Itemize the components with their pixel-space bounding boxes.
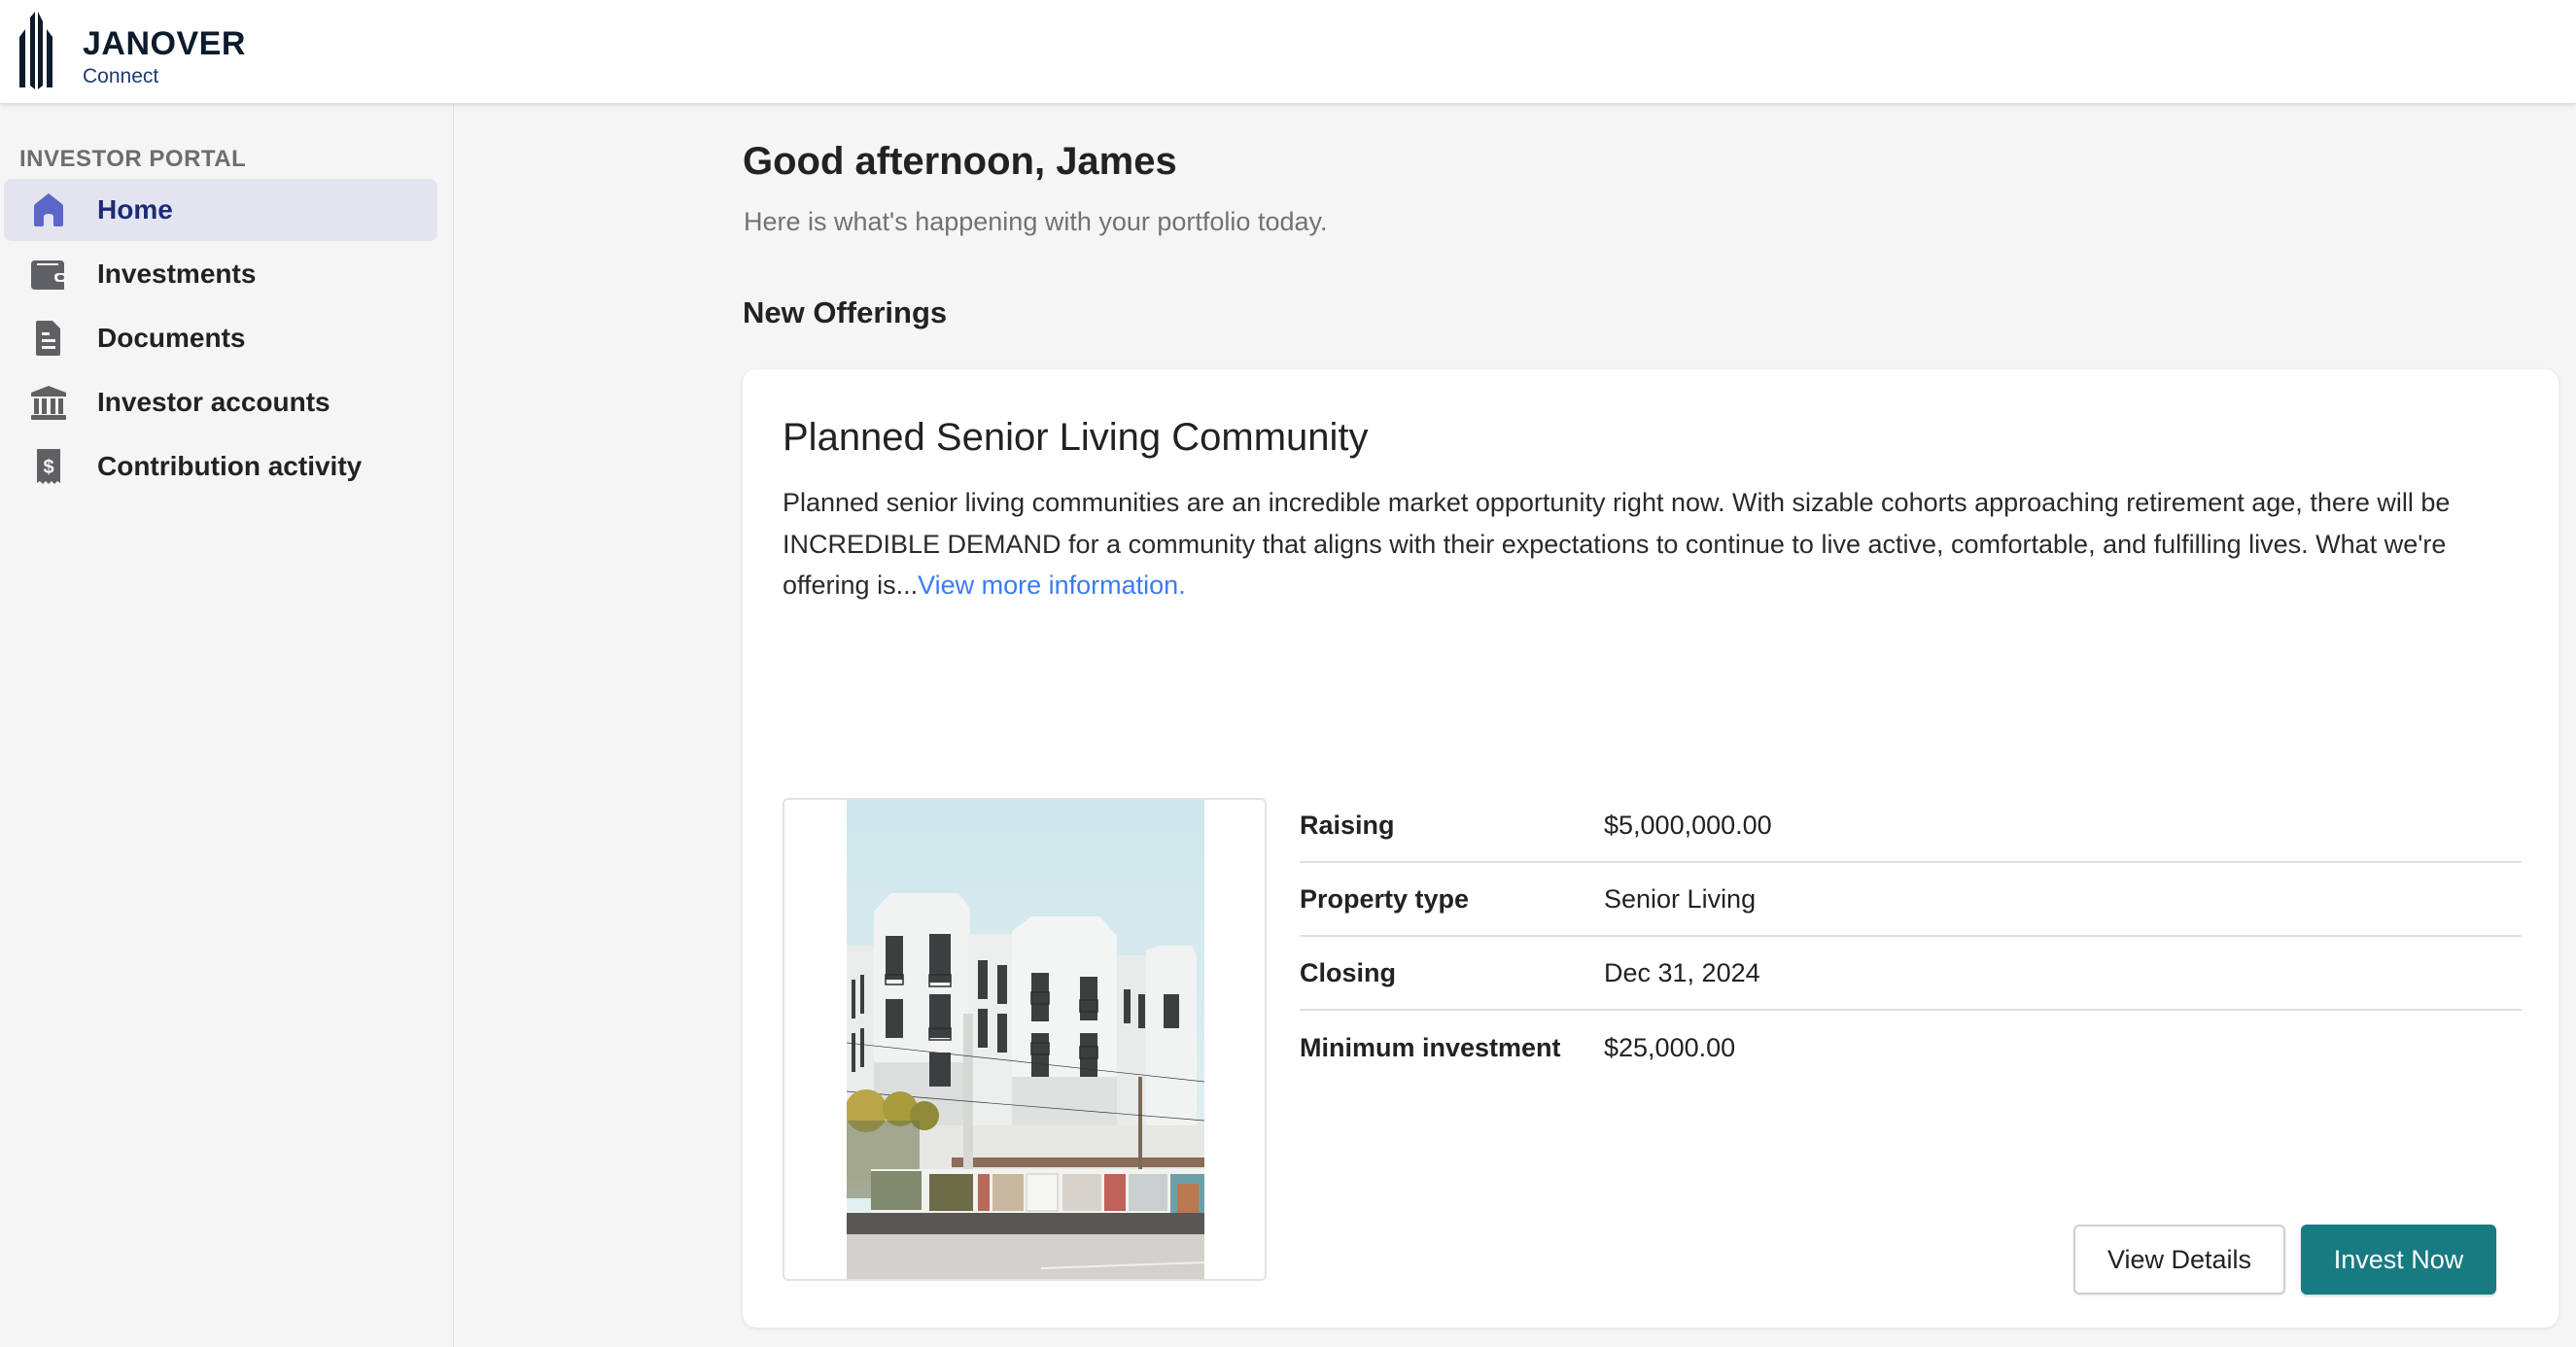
- detail-value: $5,000,000.00: [1604, 810, 1772, 840]
- section-title-new-offerings: New Offerings: [743, 295, 948, 329]
- sidebar-heading: INVESTOR PORTAL: [19, 146, 247, 172]
- invest-now-button[interactable]: Invest Now: [2301, 1225, 2496, 1295]
- detail-row-closing: Closing Dec 31, 2024: [1300, 937, 2522, 1011]
- offering-image[interactable]: [847, 800, 1204, 1279]
- home-icon: [27, 189, 70, 231]
- sidebar-item-label: Documents: [97, 323, 246, 353]
- detail-row-raising: Raising $5,000,000.00: [1300, 789, 2522, 863]
- page-title: Good afternoon, James: [743, 140, 1177, 183]
- sidebar-item-contribution-activity[interactable]: $ Contribution activity: [4, 435, 437, 498]
- detail-value: Dec 31, 2024: [1604, 957, 1760, 987]
- view-more-information-link[interactable]: View more information.: [918, 570, 1186, 600]
- offering-card: Planned Senior Living Community Planned …: [743, 369, 2559, 1328]
- view-details-button[interactable]: View Details: [2073, 1225, 2285, 1295]
- sidebar-item-investor-accounts[interactable]: Investor accounts: [4, 371, 437, 433]
- brand-logo[interactable]: JANOVER Connect: [17, 10, 245, 89]
- detail-value: $25,000.00: [1604, 1032, 1736, 1062]
- sidebar-nav: Home Investments Documents Investor acco…: [4, 179, 437, 500]
- sidebar-item-documents[interactable]: Documents: [4, 307, 437, 369]
- detail-row-minimum-investment: Minimum investment $25,000.00: [1300, 1011, 2522, 1085]
- offering-details-table: Raising $5,000,000.00 Property type Seni…: [1300, 789, 2522, 1085]
- svg-text:$: $: [43, 457, 53, 478]
- sidebar: INVESTOR PORTAL Home Investments Documen…: [0, 103, 454, 1347]
- sidebar-item-label: Investor accounts: [97, 387, 331, 417]
- page-subtitle: Here is what's happening with your portf…: [744, 207, 1328, 236]
- detail-label: Closing: [1300, 957, 1396, 987]
- detail-value: Senior Living: [1604, 883, 1757, 914]
- document-icon: [27, 317, 70, 360]
- sidebar-item-home[interactable]: Home: [4, 179, 437, 241]
- receipt-dollar-icon: $: [27, 445, 70, 488]
- offering-description: Planned senior living communities are an…: [783, 482, 2532, 606]
- offering-title: Planned Senior Living Community: [783, 416, 1369, 459]
- offering-image-frame: [783, 798, 1267, 1281]
- top-header: JANOVER Connect: [0, 0, 2576, 103]
- brand-name: JANOVER: [83, 25, 246, 62]
- janover-logo-icon: [19, 12, 52, 89]
- bank-icon: [27, 381, 70, 424]
- detail-label: Property type: [1300, 883, 1470, 914]
- sidebar-item-investments[interactable]: Investments: [4, 243, 437, 305]
- wallet-icon: [27, 253, 70, 295]
- sidebar-item-label: Investments: [97, 259, 257, 289]
- brand-subtitle: Connect: [83, 65, 159, 87]
- sidebar-item-label: Contribution activity: [97, 451, 363, 481]
- sidebar-item-label: Home: [97, 194, 173, 224]
- detail-row-property-type: Property type Senior Living: [1300, 863, 2522, 937]
- main-content: Good afternoon, James Here is what's hap…: [454, 103, 2576, 1347]
- detail-label: Minimum investment: [1300, 1032, 1561, 1062]
- detail-label: Raising: [1300, 810, 1395, 840]
